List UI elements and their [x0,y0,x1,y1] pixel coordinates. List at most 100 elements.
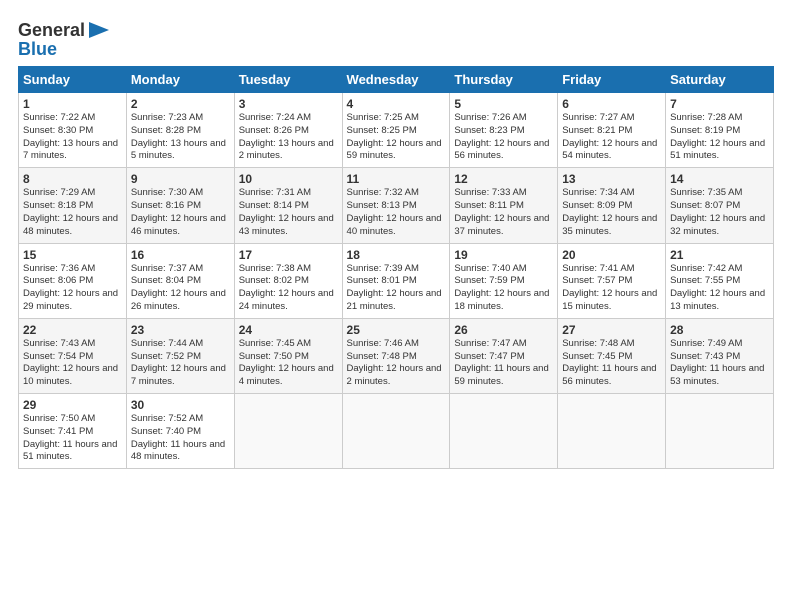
calendar-week-4: 22Sunrise: 7:43 AMSunset: 7:54 PMDayligh… [19,318,774,393]
day-info: Sunrise: 7:40 AMSunset: 7:59 PMDaylight:… [454,263,549,312]
day-number: 1 [23,97,122,111]
day-info: Sunrise: 7:23 AMSunset: 8:28 PMDaylight:… [131,112,226,161]
calendar-cell-2-2: 9Sunrise: 7:30 AMSunset: 8:16 PMDaylight… [126,168,234,243]
calendar-cell-2-7: 14Sunrise: 7:35 AMSunset: 8:07 PMDayligh… [666,168,774,243]
day-number: 27 [562,323,661,337]
calendar-cell-2-5: 12Sunrise: 7:33 AMSunset: 8:11 PMDayligh… [450,168,558,243]
day-number: 12 [454,172,553,186]
col-thursday: Thursday [450,67,558,93]
calendar-cell-2-1: 8Sunrise: 7:29 AMSunset: 8:18 PMDaylight… [19,168,127,243]
calendar-cell-4-6: 27Sunrise: 7:48 AMSunset: 7:45 PMDayligh… [558,318,666,393]
calendar-cell-5-5 [450,394,558,469]
day-info: Sunrise: 7:26 AMSunset: 8:23 PMDaylight:… [454,112,549,161]
calendar-cell-3-1: 15Sunrise: 7:36 AMSunset: 8:06 PMDayligh… [19,243,127,318]
day-info: Sunrise: 7:27 AMSunset: 8:21 PMDaylight:… [562,112,657,161]
calendar-cell-1-3: 3Sunrise: 7:24 AMSunset: 8:26 PMDaylight… [234,93,342,168]
calendar-cell-4-1: 22Sunrise: 7:43 AMSunset: 7:54 PMDayligh… [19,318,127,393]
day-number: 7 [670,97,769,111]
day-number: 2 [131,97,230,111]
day-info: Sunrise: 7:44 AMSunset: 7:52 PMDaylight:… [131,338,226,387]
calendar-cell-3-3: 17Sunrise: 7:38 AMSunset: 8:02 PMDayligh… [234,243,342,318]
day-number: 25 [347,323,446,337]
day-info: Sunrise: 7:38 AMSunset: 8:02 PMDaylight:… [239,263,334,312]
day-info: Sunrise: 7:37 AMSunset: 8:04 PMDaylight:… [131,263,226,312]
calendar-cell-3-2: 16Sunrise: 7:37 AMSunset: 8:04 PMDayligh… [126,243,234,318]
day-number: 3 [239,97,338,111]
day-number: 28 [670,323,769,337]
col-monday: Monday [126,67,234,93]
day-number: 9 [131,172,230,186]
day-info: Sunrise: 7:39 AMSunset: 8:01 PMDaylight:… [347,263,442,312]
day-info: Sunrise: 7:52 AMSunset: 7:40 PMDaylight:… [131,413,225,462]
day-info: Sunrise: 7:49 AMSunset: 7:43 PMDaylight:… [670,338,764,387]
calendar-cell-3-7: 21Sunrise: 7:42 AMSunset: 7:55 PMDayligh… [666,243,774,318]
calendar-cell-5-7 [666,394,774,469]
day-number: 23 [131,323,230,337]
day-number: 13 [562,172,661,186]
logo-blue-text: Blue [18,39,57,60]
day-info: Sunrise: 7:24 AMSunset: 8:26 PMDaylight:… [239,112,334,161]
calendar-cell-4-5: 26Sunrise: 7:47 AMSunset: 7:47 PMDayligh… [450,318,558,393]
day-number: 4 [347,97,446,111]
day-number: 18 [347,248,446,262]
logo: General Blue [18,20,109,60]
day-number: 6 [562,97,661,111]
calendar-cell-4-2: 23Sunrise: 7:44 AMSunset: 7:52 PMDayligh… [126,318,234,393]
calendar-week-5: 29Sunrise: 7:50 AMSunset: 7:41 PMDayligh… [19,394,774,469]
day-number: 14 [670,172,769,186]
day-info: Sunrise: 7:34 AMSunset: 8:09 PMDaylight:… [562,187,657,236]
calendar-cell-2-6: 13Sunrise: 7:34 AMSunset: 8:09 PMDayligh… [558,168,666,243]
day-number: 21 [670,248,769,262]
calendar-header-row: Sunday Monday Tuesday Wednesday Thursday… [19,67,774,93]
calendar-cell-1-2: 2Sunrise: 7:23 AMSunset: 8:28 PMDaylight… [126,93,234,168]
day-info: Sunrise: 7:25 AMSunset: 8:25 PMDaylight:… [347,112,442,161]
calendar-cell-1-5: 5Sunrise: 7:26 AMSunset: 8:23 PMDaylight… [450,93,558,168]
day-number: 10 [239,172,338,186]
calendar-cell-5-1: 29Sunrise: 7:50 AMSunset: 7:41 PMDayligh… [19,394,127,469]
calendar-cell-3-4: 18Sunrise: 7:39 AMSunset: 8:01 PMDayligh… [342,243,450,318]
calendar-cell-1-1: 1Sunrise: 7:22 AMSunset: 8:30 PMDaylight… [19,93,127,168]
col-friday: Friday [558,67,666,93]
day-number: 5 [454,97,553,111]
col-saturday: Saturday [666,67,774,93]
calendar-cell-4-4: 25Sunrise: 7:46 AMSunset: 7:48 PMDayligh… [342,318,450,393]
page: General Blue Sunday Monday Tuesday Wedne… [0,0,792,612]
day-info: Sunrise: 7:28 AMSunset: 8:19 PMDaylight:… [670,112,765,161]
calendar-week-3: 15Sunrise: 7:36 AMSunset: 8:06 PMDayligh… [19,243,774,318]
day-number: 26 [454,323,553,337]
calendar-cell-1-6: 6Sunrise: 7:27 AMSunset: 8:21 PMDaylight… [558,93,666,168]
calendar-cell-4-7: 28Sunrise: 7:49 AMSunset: 7:43 PMDayligh… [666,318,774,393]
col-sunday: Sunday [19,67,127,93]
day-info: Sunrise: 7:46 AMSunset: 7:48 PMDaylight:… [347,338,442,387]
logo-flag-icon [87,22,109,38]
calendar-cell-5-4 [342,394,450,469]
col-wednesday: Wednesday [342,67,450,93]
col-tuesday: Tuesday [234,67,342,93]
day-info: Sunrise: 7:41 AMSunset: 7:57 PMDaylight:… [562,263,657,312]
day-number: 20 [562,248,661,262]
calendar-cell-3-5: 19Sunrise: 7:40 AMSunset: 7:59 PMDayligh… [450,243,558,318]
day-info: Sunrise: 7:35 AMSunset: 8:07 PMDaylight:… [670,187,765,236]
day-number: 22 [23,323,122,337]
day-info: Sunrise: 7:22 AMSunset: 8:30 PMDaylight:… [23,112,118,161]
day-info: Sunrise: 7:48 AMSunset: 7:45 PMDaylight:… [562,338,656,387]
day-info: Sunrise: 7:30 AMSunset: 8:16 PMDaylight:… [131,187,226,236]
calendar-cell-5-2: 30Sunrise: 7:52 AMSunset: 7:40 PMDayligh… [126,394,234,469]
calendar-week-2: 8Sunrise: 7:29 AMSunset: 8:18 PMDaylight… [19,168,774,243]
calendar-cell-3-6: 20Sunrise: 7:41 AMSunset: 7:57 PMDayligh… [558,243,666,318]
logo-general-text: General [18,20,85,41]
day-info: Sunrise: 7:31 AMSunset: 8:14 PMDaylight:… [239,187,334,236]
day-info: Sunrise: 7:32 AMSunset: 8:13 PMDaylight:… [347,187,442,236]
day-number: 30 [131,398,230,412]
calendar-table: Sunday Monday Tuesday Wednesday Thursday… [18,66,774,469]
day-info: Sunrise: 7:50 AMSunset: 7:41 PMDaylight:… [23,413,117,462]
day-info: Sunrise: 7:36 AMSunset: 8:06 PMDaylight:… [23,263,118,312]
day-info: Sunrise: 7:29 AMSunset: 8:18 PMDaylight:… [23,187,118,236]
calendar-cell-4-3: 24Sunrise: 7:45 AMSunset: 7:50 PMDayligh… [234,318,342,393]
day-number: 24 [239,323,338,337]
day-info: Sunrise: 7:43 AMSunset: 7:54 PMDaylight:… [23,338,118,387]
day-number: 19 [454,248,553,262]
calendar-cell-5-3 [234,394,342,469]
day-number: 29 [23,398,122,412]
calendar-cell-1-7: 7Sunrise: 7:28 AMSunset: 8:19 PMDaylight… [666,93,774,168]
